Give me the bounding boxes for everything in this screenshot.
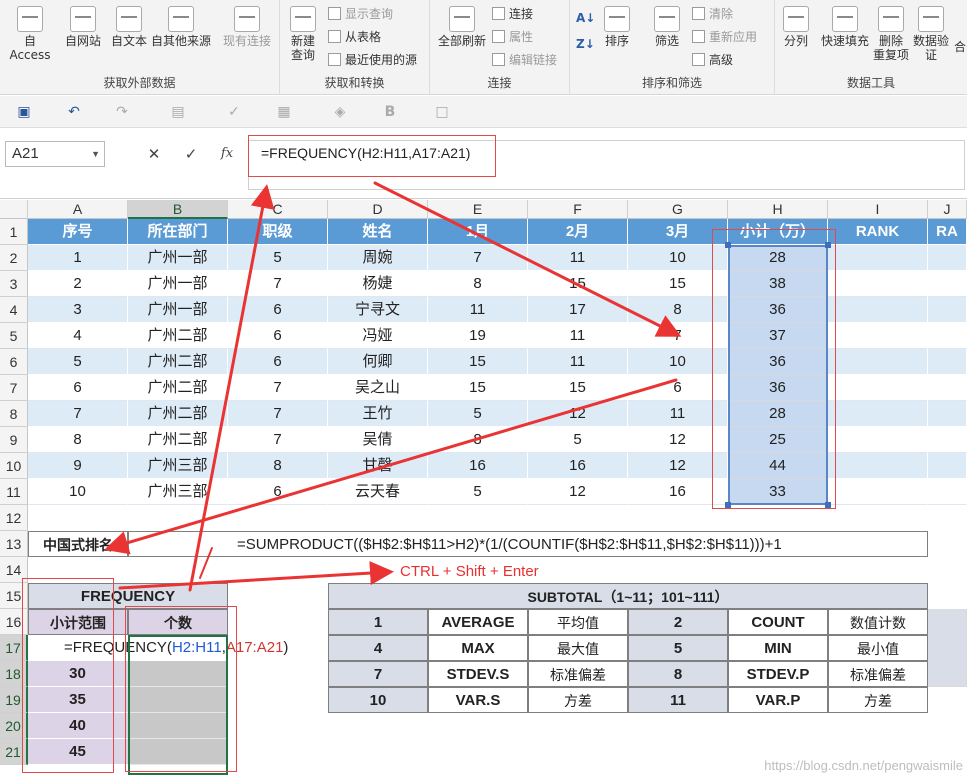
annotation-arrows [104, 181, 682, 592]
shortcut-note: CTRL + Shift + Enter [400, 563, 539, 580]
arrow-to-rank-label [104, 378, 678, 555]
arrow-connector [199, 547, 213, 579]
arrow-to-formula-bar [188, 184, 275, 592]
arrow-to-note [118, 561, 394, 590]
arrow-to-G4 [373, 181, 682, 337]
watermark: https://blog.csdn.net/pengwaismile [764, 758, 963, 773]
excel-window: 自 Access 自网站 自文本 自其他来源 现有连接 获取外部数据 新建 查询 … [0, 0, 967, 779]
